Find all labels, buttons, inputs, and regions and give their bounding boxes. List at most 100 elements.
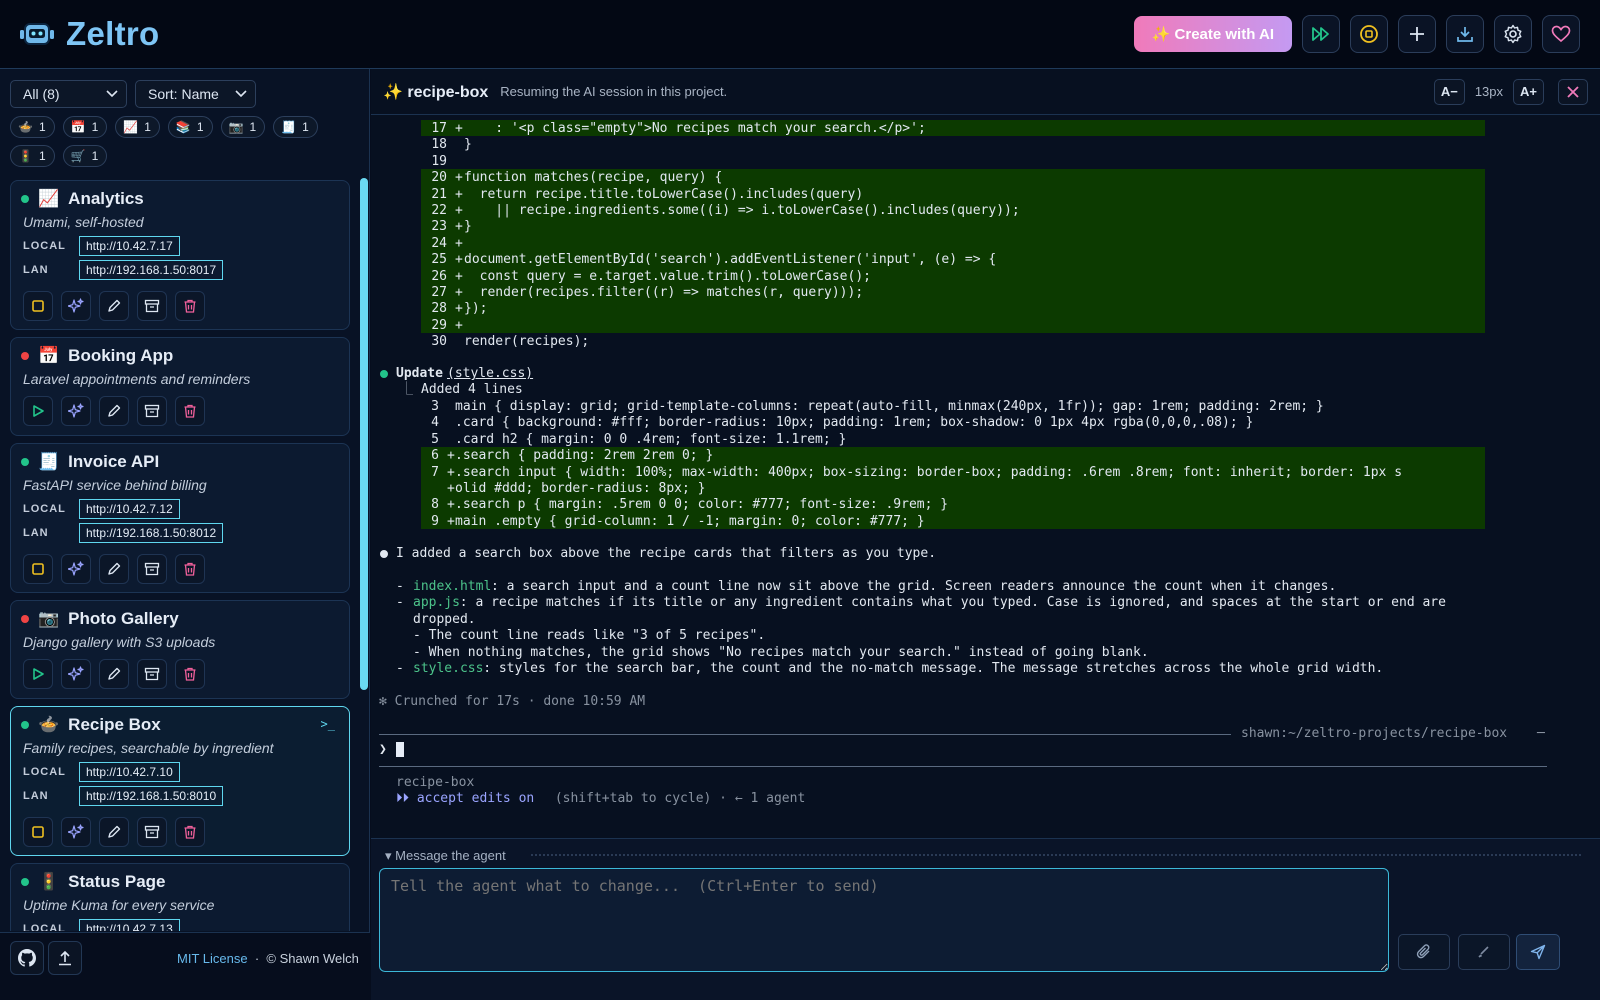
terminal-icon[interactable]: >_ (321, 717, 335, 731)
code-line: .search { padding: 2rem 2rem 0; } (455, 448, 714, 464)
project-card-booking-app[interactable]: 📅 Booking App Laravel appointments and re… (10, 337, 350, 436)
bullet-dash: - (396, 595, 404, 611)
project-emoji: 🧾 (38, 452, 60, 471)
edit-button[interactable] (99, 554, 129, 584)
archive-button[interactable] (137, 396, 167, 426)
project-emoji: 🍲 (38, 715, 60, 734)
stop-icon (32, 826, 44, 838)
delete-button[interactable] (175, 817, 205, 847)
play-icon (33, 668, 44, 680)
delete-button[interactable] (175, 554, 205, 584)
project-card-status-page[interactable]: 🚦 Status Page Uptime Kuma for every servi… (10, 863, 350, 931)
local-url-link[interactable]: http://10.42.7.17 (79, 236, 180, 256)
message-panel-toggle[interactable]: ▾ Message the agent (385, 848, 506, 864)
code-line: render(recipes.filter((r) => matches(r, … (464, 285, 864, 300)
archive-button[interactable] (137, 817, 167, 847)
lan-url-link[interactable]: http://192.168.1.50:8010 (79, 786, 224, 806)
category-chip[interactable]: 📷 1 (220, 116, 266, 138)
category-chip[interactable]: 🛒 1 (62, 145, 108, 167)
plus-icon (1410, 27, 1424, 41)
archive-button[interactable] (137, 554, 167, 584)
diff-marker: + (455, 121, 463, 136)
start-button[interactable] (23, 396, 53, 426)
message-input[interactable] (379, 868, 1389, 972)
category-chip[interactable]: 📚 1 (167, 116, 213, 138)
line-number: 7 (431, 464, 439, 480)
category-chip[interactable]: 🧾 1 (273, 116, 318, 138)
settings-button[interactable] (1494, 15, 1532, 53)
ai-button[interactable] (61, 659, 91, 689)
archive-button[interactable] (137, 291, 167, 321)
edit-button[interactable] (99, 817, 129, 847)
voice-button[interactable] (1458, 934, 1510, 970)
category-chip[interactable]: 🍲 1 (10, 116, 55, 138)
prompt-divider (379, 734, 1231, 735)
code-line: function matches(recipe, query) { (464, 170, 723, 186)
lan-url-link[interactable]: http://192.168.1.50:8017 (79, 260, 224, 280)
delete-button[interactable] (175, 659, 205, 689)
start-button[interactable] (23, 659, 53, 689)
add-project-button[interactable] (1398, 15, 1436, 53)
line-number: 3 (431, 399, 439, 414)
project-card-recipe-box[interactable]: 🍲 Recipe Box >_ Family recipes, searchabl… (10, 706, 350, 856)
edit-button[interactable] (99, 291, 129, 321)
ai-button[interactable] (61, 291, 91, 321)
app-header: Zeltro ✨ Create with AI (0, 0, 1600, 69)
license-link[interactable]: MIT License (177, 951, 248, 966)
ai-button[interactable] (61, 554, 91, 584)
message-panel: ▾ Message the agent (371, 838, 1600, 1000)
delete-button[interactable] (175, 396, 205, 426)
archive-icon (144, 404, 160, 418)
bullet-file: style.css (413, 661, 484, 676)
sidebar-scrollbar[interactable] (360, 178, 368, 690)
font-decrease-button[interactable]: A− (1433, 78, 1465, 105)
chevron-down-icon (106, 90, 118, 98)
stop-button[interactable] (23, 817, 53, 847)
attach-button[interactable] (1398, 934, 1450, 970)
ai-button[interactable] (61, 817, 91, 847)
filter-select[interactable]: All (8) (10, 80, 127, 108)
code-line: }); (464, 301, 488, 317)
category-chip[interactable]: 📅 1 (62, 116, 108, 138)
project-card-invoice-api[interactable]: 🧾 Invoice API FastAPI service behind bill… (10, 443, 350, 593)
prompt-symbol: ❯ (379, 742, 387, 757)
lan-url-link[interactable]: http://192.168.1.50:8012 (79, 523, 224, 543)
project-card-analytics[interactable]: 📈 Analytics Umami, self-hosted LOCAL http… (10, 180, 350, 330)
upload-button[interactable] (48, 941, 82, 975)
edit-button[interactable] (99, 396, 129, 426)
local-url-link[interactable]: http://10.42.7.12 (79, 499, 180, 519)
sort-select[interactable]: Sort: Name (135, 80, 256, 108)
line-number: 24 (431, 235, 447, 251)
diff-marker (455, 137, 463, 153)
category-chip[interactable]: 📈 1 (115, 116, 160, 138)
mode-indicator: ⏵⏵ accept edits on (396, 791, 535, 806)
diff-marker: + (455, 186, 463, 202)
stop-all-button[interactable] (1350, 15, 1388, 53)
sub-bullet: - When nothing matches, the grid shows "… (413, 644, 1149, 660)
local-url-link[interactable]: http://10.42.7.10 (79, 762, 180, 782)
sidebar-footer: MIT License · © Shawn Welch (0, 932, 370, 1000)
local-url-link[interactable]: http://10.42.7.13 (79, 919, 180, 931)
send-button[interactable] (1516, 934, 1560, 970)
bullet-text: : a search input and a count line now si… (491, 579, 1337, 594)
send-icon (1530, 944, 1546, 960)
diff-marker (447, 415, 455, 431)
archive-button[interactable] (137, 659, 167, 689)
diff-marker: + (455, 203, 463, 218)
run-all-button[interactable] (1302, 15, 1340, 53)
project-name: Invoice API (68, 452, 160, 471)
edit-button[interactable] (99, 659, 129, 689)
stop-button[interactable] (23, 554, 53, 584)
ai-button[interactable] (61, 396, 91, 426)
category-chip[interactable]: 🚦 1 (10, 145, 55, 167)
project-name: Status Page (68, 872, 166, 891)
favorite-button[interactable] (1542, 15, 1580, 53)
github-button[interactable] (10, 941, 44, 975)
stop-button[interactable] (23, 291, 53, 321)
close-session-button[interactable] (1558, 78, 1588, 105)
create-with-ai-button[interactable]: ✨ Create with AI (1133, 16, 1292, 52)
project-card-photo-gallery[interactable]: 📷 Photo Gallery Django gallery with S3 up… (10, 600, 350, 699)
font-increase-button[interactable]: A+ (1513, 78, 1544, 105)
delete-button[interactable] (175, 291, 205, 321)
import-button[interactable] (1446, 15, 1484, 53)
